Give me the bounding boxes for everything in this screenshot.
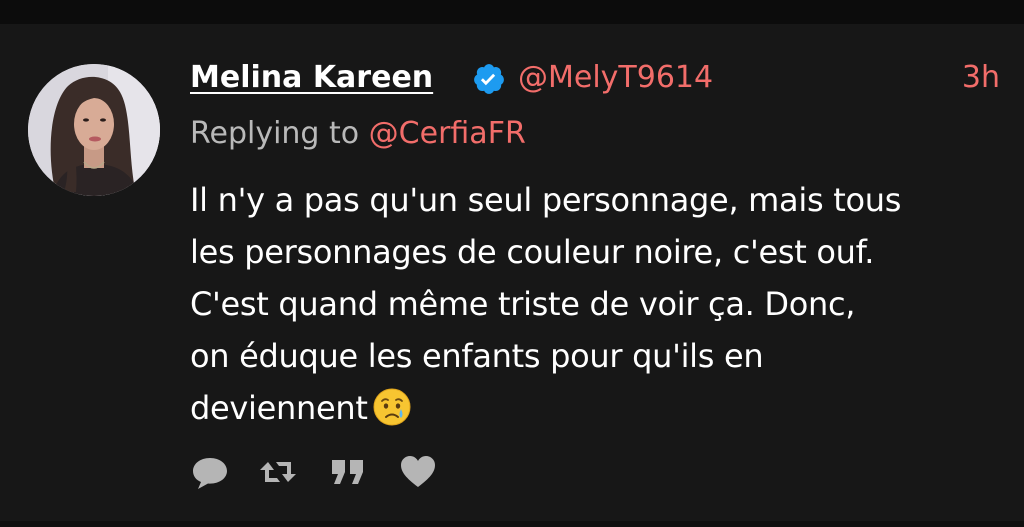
divider — [0, 521, 1024, 527]
tweet-text-last-line: deviennent — [190, 382, 1010, 434]
speech-bubble-icon[interactable] — [190, 452, 230, 492]
tweet-header: Melina Kareen @MelyT9614 3h — [190, 58, 1000, 102]
timestamp[interactable]: 3h — [962, 58, 1000, 98]
tweet-text-line: C'est quand même triste de voir ça. Donc… — [190, 285, 856, 323]
reply-prefix: Replying to — [190, 116, 369, 151]
display-name[interactable]: Melina Kareen — [190, 58, 433, 98]
crying-face-emoji-icon — [372, 387, 412, 427]
retweet-icon[interactable] — [258, 452, 298, 492]
tweet-text: Il n'y a pas qu'un seul personnage, mais… — [190, 174, 1010, 434]
tweet-text-line: deviennent — [190, 389, 368, 427]
user-handle[interactable]: @MelyT9614 — [518, 58, 713, 98]
verified-badge-icon — [472, 62, 506, 96]
tweet-text-line: les personnages de couleur noire, c'est … — [190, 233, 875, 271]
tweet-text-line: on éduque les enfants pour qu'ils en — [190, 337, 764, 375]
tweet-text-line: Il n'y a pas qu'un seul personnage, mais… — [190, 181, 902, 219]
tweet-actions — [190, 452, 450, 492]
reply-context: Replying to @CerfiaFR — [190, 114, 526, 154]
status-bar — [0, 0, 1024, 24]
reply-target-link[interactable]: @CerfiaFR — [369, 116, 526, 151]
quote-icon[interactable] — [328, 452, 368, 492]
avatar[interactable] — [28, 64, 160, 196]
tweet-card[interactable]: Melina Kareen @MelyT9614 3h Replying to … — [0, 24, 1024, 521]
heart-icon[interactable] — [398, 452, 438, 492]
